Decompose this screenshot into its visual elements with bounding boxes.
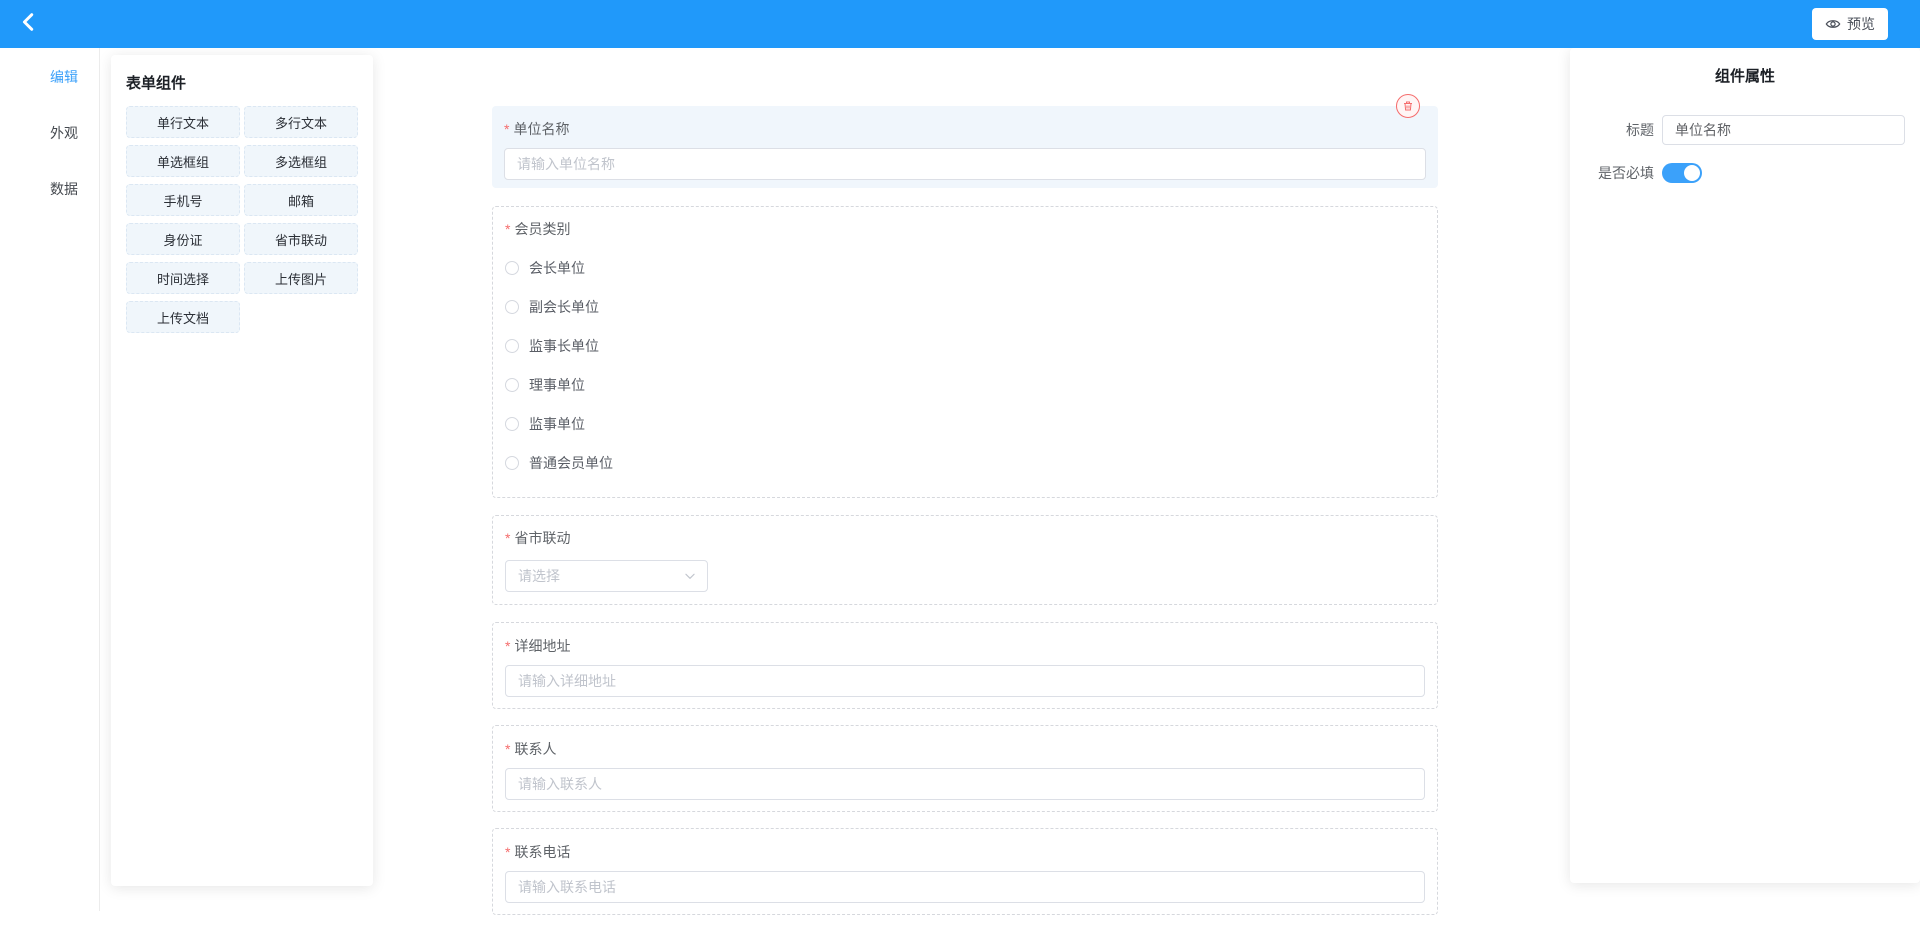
radio-icon[interactable] [505, 378, 519, 392]
left-rail: 编辑 外观 数据 [0, 48, 100, 911]
component-properties-panel: 组件属性 标题 是否必填 [1570, 48, 1920, 883]
property-row-title: 标题 [1594, 115, 1920, 145]
property-row-required: 是否必填 [1594, 163, 1920, 183]
component-checkbox-group[interactable]: 多选框组 [244, 145, 358, 177]
back-button[interactable] [14, 10, 44, 38]
component-id-card[interactable]: 身份证 [126, 223, 240, 255]
field-label: * 单位名称 [504, 121, 570, 137]
field-card-contact-phone[interactable]: * 联系电话 [492, 828, 1438, 915]
delete-field-button[interactable] [1396, 94, 1420, 118]
component-upload-document[interactable]: 上传文档 [126, 301, 240, 333]
field-label: * 省市联动 [505, 530, 571, 546]
toggle-knob [1684, 165, 1700, 181]
field-card-province-city[interactable]: * 省市联动 请选择 [492, 515, 1438, 605]
component-time-picker[interactable]: 时间选择 [126, 262, 240, 294]
form-canvas: *单位名称 *会员类别 会长单位 副会长单位 监事长单位 理事单位 监事单位 [492, 94, 1438, 931]
title-property-label: 标题 [1626, 122, 1654, 138]
required-asterisk: * [505, 221, 511, 237]
field-card-contact-person[interactable]: * 联系人 [492, 725, 1438, 812]
radio-option[interactable]: 监事单位 [505, 414, 1425, 434]
field-label: * 详细地址 [505, 638, 571, 654]
required-asterisk: * [505, 638, 511, 654]
radio-icon[interactable] [505, 300, 519, 314]
field-card-unit-name[interactable]: * 单位名称 [492, 94, 1438, 188]
required-asterisk: * [505, 530, 511, 546]
trash-icon [1402, 100, 1414, 112]
radio-option[interactable]: 监事长单位 [505, 336, 1425, 356]
required-asterisk: * [505, 741, 511, 757]
radio-icon[interactable] [505, 417, 519, 431]
component-multi-line-text[interactable]: 多行文本 [244, 106, 358, 138]
form-components-panel: 表单组件 单行文本 多行文本 单选框组 多选框组 手机号 邮箱 身份证 省市联动… [111, 55, 373, 886]
preview-button[interactable]: 预览 [1812, 8, 1888, 40]
required-asterisk: * [504, 121, 510, 137]
radio-option[interactable]: 会长单位 [505, 258, 1425, 278]
preview-button-label: 预览 [1847, 16, 1875, 32]
component-upload-image[interactable]: 上传图片 [244, 262, 358, 294]
chevron-down-icon [683, 569, 697, 583]
component-radio-group[interactable]: 单选框组 [126, 145, 240, 177]
field-card-member-type[interactable]: * 会员类别 会长单位 副会长单位 监事长单位 理事单位 监事单位 普通会员单位 [492, 206, 1438, 498]
province-city-select[interactable]: 请选择 [505, 560, 708, 592]
address-input[interactable] [505, 665, 1425, 697]
unit-name-input[interactable] [504, 148, 1426, 180]
field-label: * 联系人 [505, 741, 557, 757]
component-email[interactable]: 邮箱 [244, 184, 358, 216]
required-toggle[interactable] [1662, 163, 1702, 183]
field-label: * 会员类别 [505, 221, 571, 237]
eye-icon [1825, 16, 1841, 32]
component-phone[interactable]: 手机号 [126, 184, 240, 216]
field-card-address[interactable]: * 详细地址 [492, 622, 1438, 709]
tab-data[interactable]: 数据 [36, 179, 92, 199]
components-panel-title: 表单组件 [126, 75, 187, 92]
component-province-city[interactable]: 省市联动 [244, 223, 358, 255]
radio-option[interactable]: 普通会员单位 [505, 453, 1425, 473]
radio-option[interactable]: 副会长单位 [505, 297, 1425, 317]
contact-person-input[interactable] [505, 768, 1425, 800]
contact-phone-input[interactable] [505, 871, 1425, 903]
chevron-left-icon [18, 11, 40, 38]
components-grid: 单行文本 多行文本 单选框组 多选框组 手机号 邮箱 身份证 省市联动 时间选择… [126, 106, 358, 333]
title-property-input[interactable] [1662, 115, 1905, 145]
properties-panel-title: 组件属性 [1714, 68, 1775, 85]
tab-appearance[interactable]: 外观 [36, 123, 92, 143]
radio-icon[interactable] [505, 261, 519, 275]
component-single-line-text[interactable]: 单行文本 [126, 106, 240, 138]
required-asterisk: * [505, 844, 511, 860]
top-bar: 预览 [0, 0, 1920, 48]
field-label: * 联系电话 [505, 844, 571, 860]
radio-icon[interactable] [505, 456, 519, 470]
radio-option[interactable]: 理事单位 [505, 375, 1425, 395]
radio-icon[interactable] [505, 339, 519, 353]
tab-edit[interactable]: 编辑 [36, 67, 92, 87]
required-property-label: 是否必填 [1598, 165, 1654, 181]
